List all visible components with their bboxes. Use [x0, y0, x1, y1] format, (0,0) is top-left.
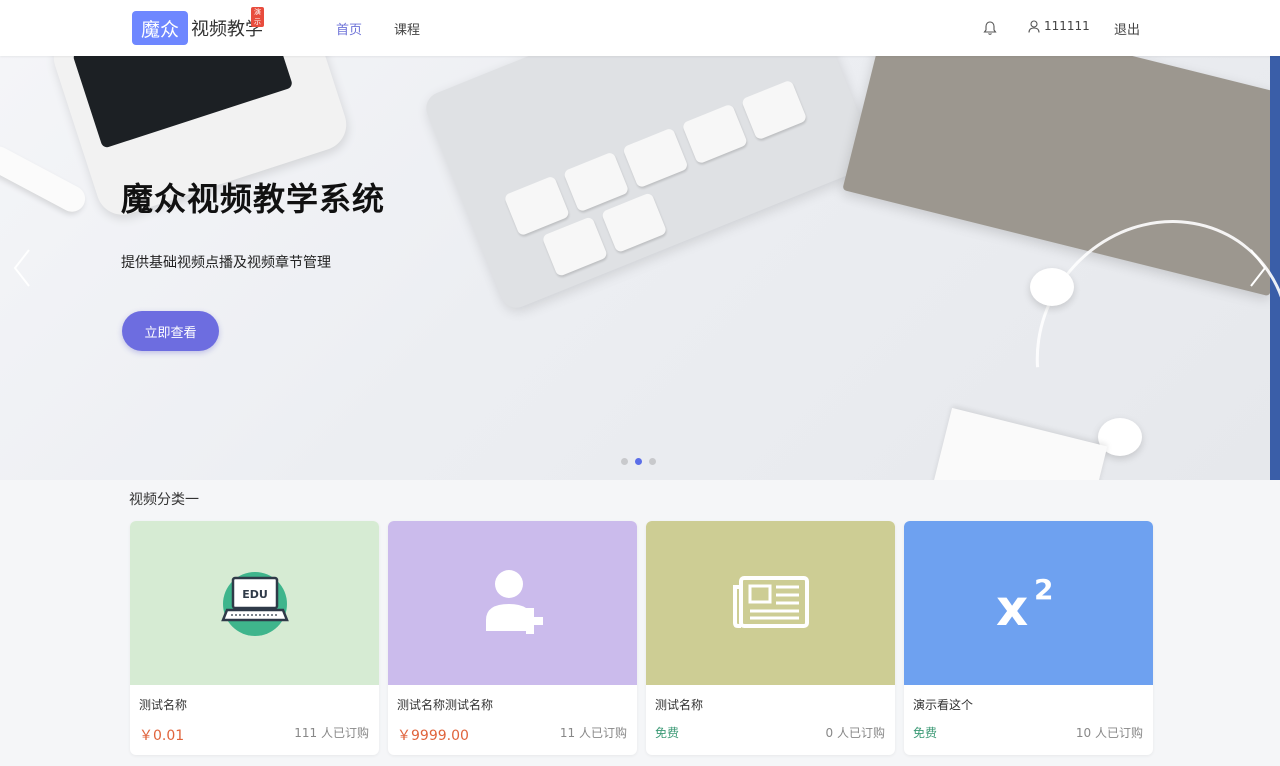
subscribe-count: 111 人已订购 [294, 726, 369, 740]
user-add-icon [485, 570, 543, 634]
course-thumbnail [388, 521, 637, 685]
next-slide-arrow-icon[interactable] [1248, 248, 1268, 288]
course-card[interactable]: 测试名称测试名称 ￥9999.00 11 人已订购 [388, 521, 637, 755]
pen-decoration [0, 141, 90, 217]
prev-slide-arrow-icon[interactable] [12, 248, 32, 288]
newspaper-icon [732, 576, 809, 628]
course-price: ￥0.01 [139, 728, 185, 744]
user-icon [1028, 19, 1040, 33]
course-card[interactable]: 测试名称 免费 0 人已订购 [646, 521, 895, 755]
view-now-button[interactable]: 立即查看 [122, 311, 219, 351]
nav-home[interactable]: 首页 [336, 19, 362, 38]
course-card-list: EDU 测试名称 ￥0.01 111 人已订购 测试名称测试名称 ￥9999.0… [130, 521, 1153, 755]
banner-title: 魔众视频教学系统 [121, 180, 386, 218]
carousel-indicators [621, 458, 656, 465]
edu-laptop-icon: EDU [220, 572, 289, 636]
svg-text:EDU: EDU [242, 588, 268, 601]
subscribe-count: 11 人已订购 [559, 726, 627, 740]
category-title: 视频分类一 [129, 492, 199, 508]
site-logo[interactable]: 魔众 视频教学 演示 [132, 7, 264, 45]
nav-course[interactable]: 课程 [394, 19, 420, 38]
subscribe-count: 0 人已订购 [825, 726, 885, 740]
subscribe-count: 10 人已订购 [1075, 726, 1143, 740]
course-name: 测试名称 [139, 698, 188, 712]
svg-text:x: x [996, 579, 1028, 633]
course-thumbnail: x 2 [904, 521, 1153, 685]
course-price: 免费 [655, 726, 680, 740]
hero-banner: 魔众视频教学系统 提供基础视频点播及视频章节管理 立即查看 [0, 56, 1280, 480]
logout-link[interactable]: 退出 [1114, 19, 1140, 38]
course-name: 测试名称 [655, 698, 704, 712]
course-name: 测试名称测试名称 [397, 698, 494, 712]
carousel-dot-2[interactable] [635, 458, 642, 465]
banner-subtitle: 提供基础视频点播及视频章节管理 [121, 255, 331, 271]
carousel-dot-1[interactable] [621, 458, 628, 465]
user-menu[interactable]: 111111 [1028, 19, 1090, 33]
course-name: 演示看这个 [913, 698, 974, 712]
demo-badge: 演示 [251, 7, 264, 27]
svg-text:2: 2 [1034, 573, 1053, 606]
course-card[interactable]: EDU 测试名称 ￥0.01 111 人已订购 [130, 521, 379, 755]
superscript-icon: x 2 [996, 573, 1053, 633]
username: 111111 [1044, 19, 1090, 33]
keyboard-decoration [421, 56, 879, 313]
logo-mark: 魔众 [132, 11, 188, 45]
course-card[interactable]: x 2 演示看这个 免费 10 人已订购 [904, 521, 1153, 755]
course-price: 免费 [913, 726, 938, 740]
earbud-decoration [1030, 268, 1074, 306]
course-price: ￥9999.00 [397, 728, 469, 744]
notebook-edge-decoration [1270, 56, 1280, 480]
bell-icon[interactable] [983, 20, 997, 36]
course-thumbnail: EDU [130, 521, 379, 685]
course-thumbnail [646, 521, 895, 685]
top-header: 魔众 视频教学 演示 首页 课程 111111 退出 [0, 0, 1280, 56]
carousel-dot-3[interactable] [649, 458, 656, 465]
